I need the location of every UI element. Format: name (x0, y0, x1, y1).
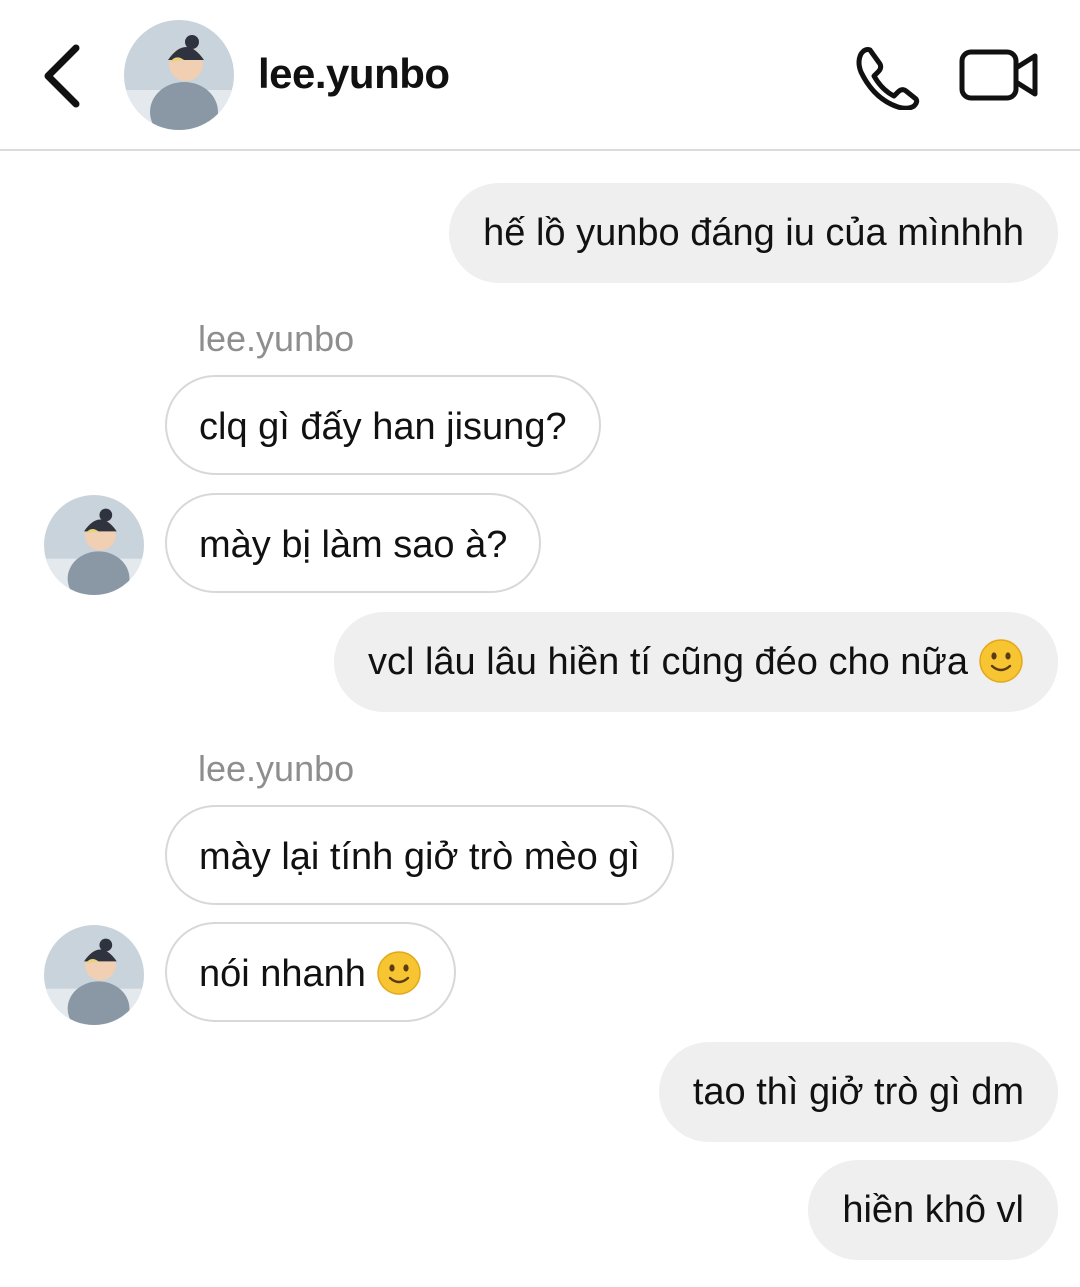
avatar[interactable] (44, 925, 144, 1025)
video-call-button[interactable] (958, 48, 1040, 102)
voice-call-button[interactable] (852, 44, 922, 111)
outgoing-message-bubble[interactable]: hiền khô vl (808, 1160, 1058, 1260)
slightly-smiling-face-icon (979, 639, 1023, 683)
avatar[interactable] (124, 20, 234, 130)
video-camera-icon (959, 49, 1038, 101)
message-text: hế lồ yunbo đáng iu của mìnhhh (483, 212, 1024, 254)
chevron-left-icon (44, 44, 80, 108)
message-text: tao thì giở trò gì dm (692, 1071, 1024, 1113)
message-text: nói nhanh (199, 953, 366, 995)
message-text: vcl lâu lâu hiền tí cũng đéo cho nữa (367, 641, 968, 683)
slightly-smiling-face-icon (377, 951, 421, 995)
back-button[interactable] (36, 40, 88, 112)
message-text: mày bị làm sao à? (199, 524, 508, 566)
incoming-message-bubble[interactable]: nói nhanh (165, 922, 456, 1022)
avatar[interactable] (44, 495, 144, 595)
sender-name: lee.yunbo (198, 748, 355, 789)
incoming-message-bubble[interactable]: mày lại tính giở trò mèo gì (165, 805, 674, 905)
message-text: clq gì đấy han jisung? (199, 406, 567, 448)
outgoing-message-bubble[interactable]: vcl lâu lâu hiền tí cũng đéo cho nữa (333, 612, 1058, 712)
sender-name: lee.yunbo (198, 318, 355, 359)
outgoing-message-bubble[interactable]: hế lồ yunbo đáng iu của mìnhhh (449, 183, 1058, 283)
message-text: hiền khô vl (842, 1189, 1024, 1231)
message-text: mày lại tính giở trò mèo gì (199, 836, 640, 878)
incoming-message-bubble[interactable]: mày bị làm sao à? (165, 493, 542, 593)
chat-username[interactable]: lee.yunbo (258, 50, 450, 98)
chat-header: lee.yunbo (0, 0, 1080, 151)
incoming-message-bubble[interactable]: clq gì đấy han jisung? (165, 375, 601, 475)
phone-icon (856, 47, 920, 111)
outgoing-message-bubble[interactable]: tao thì giở trò gì dm (658, 1042, 1058, 1142)
